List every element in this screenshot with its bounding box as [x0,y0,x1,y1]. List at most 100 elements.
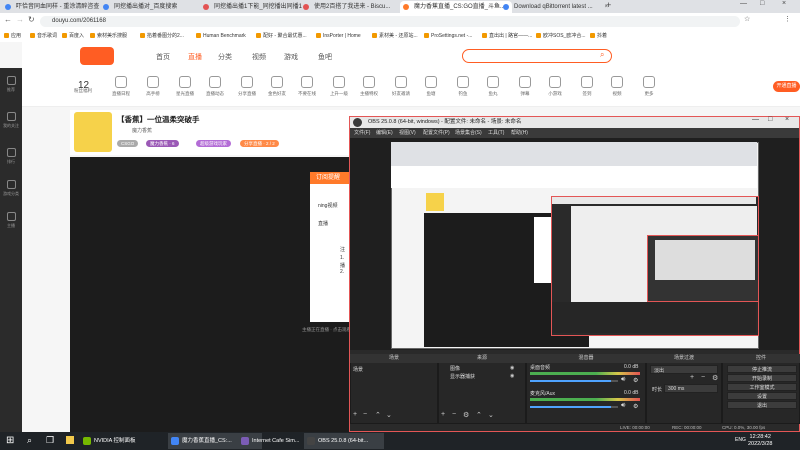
taskbar-app-obs[interactable]: OBS 25.0.8 (64-bit... [304,433,384,449]
bookmark[interactable]: Human Benchmark [196,30,246,42]
search-icon[interactable]: ⌕ [600,50,604,60]
arrow-up-icon[interactable]: ⌃ [476,411,482,419]
gear-icon[interactable]: ⚙ [633,403,638,410]
eye-icon[interactable]: ◉ [510,365,514,371]
menu-tools[interactable]: 工具(T) [488,128,504,138]
forward-icon[interactable]: → [16,15,24,24]
toolbar-item[interactable]: 好友邀请 [388,76,414,97]
remove-icon[interactable]: − [363,411,367,418]
bookmark[interactable]: ProSettings.net -... [424,30,472,42]
nav-home[interactable]: 首页 [156,52,170,62]
toolbar-item[interactable]: 星光直播 [172,76,198,97]
toolbar-item[interactable]: 直播动态 [202,76,228,97]
reload-icon[interactable]: ↻ [28,15,35,24]
remove-icon[interactable]: − [452,411,456,418]
search-icon[interactable]: ⌕ [27,435,32,446]
minimize-icon[interactable]: — [752,116,759,123]
studio-mode-button[interactable]: 工作室模式 [727,383,797,391]
arrow-up-icon[interactable]: ⌃ [375,411,381,419]
star-icon[interactable]: ☆ [744,15,750,23]
gear-icon[interactable]: ⚙ [463,411,469,419]
speaker-icon[interactable]: 🔊︎ [621,402,625,410]
toolbar-item[interactable]: 更多 [636,76,662,97]
toolbar-item[interactable]: 弹幕 [512,76,538,97]
menu-icon[interactable]: ⋮ [784,15,791,23]
toolbar-item[interactable]: 粉丝福利 [70,88,96,94]
clock[interactable]: 12:28:42 2022/3/28 [748,434,772,448]
toolbar-item[interactable]: 签到 [574,76,600,97]
maximize-icon[interactable]: □ [760,0,764,7]
bookmark[interactable]: 素材美 - 还原站... [372,30,418,42]
source-item[interactable]: 图像 [450,365,460,372]
add-icon[interactable]: + [690,374,694,381]
maximize-icon[interactable]: □ [768,116,772,123]
settings-button[interactable]: 设置 [727,392,797,400]
bookmark[interactable]: 配好 - 聚合最优惠... [256,30,307,42]
back-icon[interactable]: ← [4,15,12,24]
toolbar-item[interactable]: 鱼丸 [480,76,506,97]
menu-profile[interactable]: 配置文件(P) [423,128,450,138]
bookmark[interactable]: 应用 [4,30,21,42]
nav-games[interactable]: 游戏 [284,52,298,62]
streamer-name[interactable]: 魔力香蕉 [132,127,152,134]
toolbar-item[interactable]: 钓鱼 [450,76,476,97]
add-icon[interactable]: + [353,411,357,418]
bookmark[interactable]: InsPorter | Home [316,30,361,42]
tag[interactable]: 分享直播 · 2 / 2 [240,140,279,147]
new-tab-button[interactable]: + [606,0,611,10]
search-input[interactable] [462,49,612,63]
douyu-logo[interactable] [80,47,114,65]
gear-icon[interactable]: ⚙ [633,377,638,384]
browser-tab[interactable]: 吓恰音同血同样 - 重涂清醉咨查× [2,1,112,13]
menu-help[interactable]: 帮助(H) [511,128,528,138]
nav-category[interactable]: 分类 [218,52,232,62]
bookmark[interactable]: 百度入 [62,30,84,42]
browser-tab[interactable]: 使用2百搭了我进来 - Biscu...× [300,1,412,13]
tag[interactable]: CSGO [117,140,139,147]
arrow-down-icon[interactable]: ⌄ [386,411,392,419]
browser-tab[interactable]: 同挖播出播对_百度搜索× [100,1,212,13]
toolbar-item[interactable]: 上升一级 [326,76,352,97]
duration-field[interactable]: 300 ms [664,384,718,393]
bookmark[interactable]: 欧冲SOS_欧冲合... [536,30,586,42]
speaker-icon[interactable]: 🔊︎ [621,376,625,384]
bookmark[interactable]: 索材美乐搜服 [90,30,127,42]
file-explorer-icon[interactable] [66,436,74,444]
bookmark[interactable]: 直出出 | 路官——... [482,30,532,42]
windows-start-icon[interactable]: ⊞ [6,435,14,446]
toolbar-item[interactable]: 高手榜 [140,76,166,97]
menu-scene-collection[interactable]: 场景集合(S) [455,128,482,138]
language-indicator[interactable]: ENG [735,437,746,443]
rail-item-category[interactable]: 游戏分类 [3,180,19,197]
nav-live[interactable]: 直播 [188,52,202,62]
menu-file[interactable]: 文件(F) [354,128,370,138]
scene-item[interactable]: 场景 [353,366,363,373]
browser-tab[interactable]: 同挖播出播1下能_同挖播出同播1× [200,1,312,13]
browser-tab-active[interactable]: 魔力香蕉直播_CS:GO直播_斗鱼...× [400,1,512,13]
task-view-icon[interactable]: ❐ [46,435,54,446]
browser-tab[interactable]: Download qBittorrent latest ... × [500,1,612,13]
toolbar-item[interactable]: 主播特权 [356,76,382,97]
start-stream-button[interactable]: 开通直播 [773,81,800,92]
exit-button[interactable]: 退出 [727,401,797,409]
bookmark[interactable]: 音乐歌词 [30,30,57,42]
transition-select[interactable]: 淡出 [650,365,718,374]
minimize-icon[interactable]: — [740,0,747,7]
rail-item-recommend[interactable]: 推荐 [3,76,19,93]
rail-item-rank[interactable]: 排行 [3,148,19,165]
arrow-down-icon[interactable]: ⌄ [488,411,494,419]
rail-item-anchor[interactable]: 主播 [3,212,19,229]
eye-icon[interactable]: ◉ [510,373,514,379]
nav-video[interactable]: 视频 [252,52,266,62]
start-recording-button[interactable]: 开始录制 [727,374,797,382]
bookmark[interactable]: 掐着番图分的2... [140,30,184,42]
toolbar-item[interactable]: 金色好友 [264,76,290,97]
toolbar-item[interactable]: 小游戏 [542,76,568,97]
add-icon[interactable]: + [441,411,445,418]
bookmark[interactable]: 抖着 [590,30,607,42]
avatar[interactable] [74,112,112,152]
close-window-icon[interactable]: × [782,0,786,7]
toolbar-item[interactable]: 鱼塘 [418,76,444,97]
close-window-icon[interactable]: × [785,116,789,123]
toolbar-item[interactable]: 视频 [604,76,630,97]
